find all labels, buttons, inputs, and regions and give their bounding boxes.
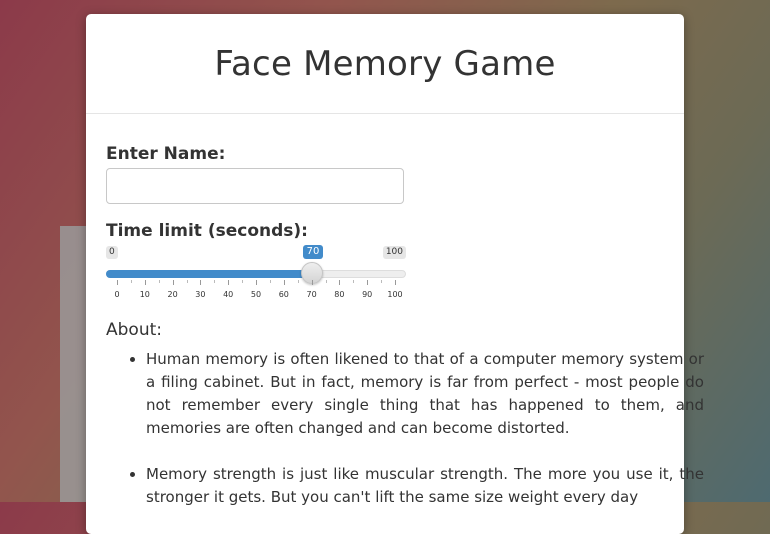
slider-minor-tick <box>325 280 327 283</box>
slider-major-tick <box>395 280 396 285</box>
about-list: Human memory is often likened to that of… <box>106 348 704 532</box>
time-limit-label: Time limit (seconds): <box>106 221 308 241</box>
slider-tick-label: 70 <box>306 290 317 299</box>
slider-minor-tick <box>130 280 132 283</box>
game-card: Face Memory Game Enter Name: Time limit … <box>86 14 704 534</box>
slider-fill <box>106 270 312 278</box>
slider-max-label: 100 <box>382 246 406 259</box>
slider-ticks: 0 10 20 30 40 50 60 70 80 90 100 <box>106 280 406 308</box>
slider-minor-tick <box>297 280 299 283</box>
page-title: Face Memory Game <box>214 43 556 84</box>
slider-tick-label: 50 <box>250 290 262 299</box>
slider-tick-label: 30 <box>195 290 206 299</box>
slider-major-tick <box>117 280 118 285</box>
slider-tick-label: 80 <box>334 290 345 299</box>
slider-minor-tick <box>269 280 271 283</box>
slider-tick-label: 40 <box>223 290 234 299</box>
slider-min-label: 0 <box>106 246 118 259</box>
slider-major-tick <box>172 280 174 285</box>
slider-minor-tick <box>214 280 216 283</box>
slider-tick-label: 0 <box>114 290 120 299</box>
slider-tick-label: 100 <box>387 290 403 299</box>
slider-minor-tick <box>242 280 244 283</box>
slider-major-tick <box>200 280 202 285</box>
about-heading: About: <box>106 320 162 340</box>
slider-minor-tick <box>158 280 160 283</box>
slider-major-tick <box>367 280 369 285</box>
name-label: Enter Name: <box>106 144 226 164</box>
slider-minor-tick <box>186 280 188 283</box>
slider-minor-tick <box>353 280 355 283</box>
slider-value-badge: 70 <box>302 245 324 259</box>
slider-major-tick <box>256 280 257 285</box>
name-input[interactable] <box>106 168 404 204</box>
about-item: Human memory is often likened to that of… <box>146 348 704 440</box>
slider-major-tick <box>228 280 230 285</box>
slider-tick-label: 90 <box>362 290 373 299</box>
slider-tick-label: 10 <box>139 290 150 299</box>
slider-tick-label: 20 <box>167 290 178 299</box>
slider-major-tick <box>283 280 285 285</box>
slider-major-tick <box>144 280 146 285</box>
slider-tick-label: 60 <box>278 290 289 299</box>
about-item: Memory strength is just like muscular st… <box>146 463 704 509</box>
slider-minor-tick <box>381 280 383 283</box>
card-header: Face Memory Game <box>86 14 684 114</box>
slider-major-tick <box>339 280 341 285</box>
time-limit-slider[interactable]: 0 100 70 0 10 20 30 40 50 60 70 80 90 100 <box>106 245 406 308</box>
slider-major-tick <box>311 280 313 285</box>
